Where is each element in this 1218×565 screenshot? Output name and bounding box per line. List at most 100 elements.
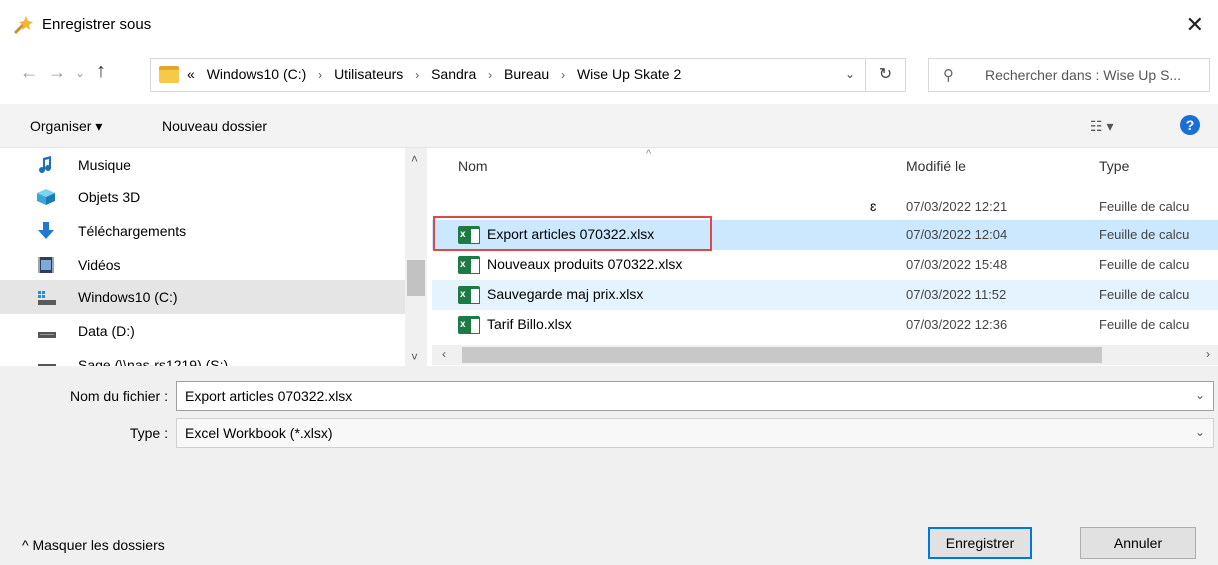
video-icon (38, 257, 54, 273)
file-modified: 07/03/2022 15:48 (906, 257, 1008, 272)
chevron-down-icon[interactable]: ⌄ (1195, 388, 1205, 402)
sidebar-item-label: Vidéos (78, 257, 121, 273)
windows-drive-icon (38, 291, 56, 305)
file-name: Export articles 070322.xlsx (487, 226, 655, 242)
column-header-modified[interactable]: Modifié le (906, 158, 966, 174)
file-modified: 07/03/2022 11:52 (906, 287, 1007, 302)
scroll-left-icon[interactable]: ‹ (442, 347, 446, 361)
scrollbar-thumb[interactable] (462, 347, 1102, 363)
filename-label: Nom du fichier : (69, 388, 168, 404)
scroll-right-icon[interactable]: › (1206, 347, 1210, 361)
breadcrumb-overflow[interactable]: « (187, 66, 195, 82)
sort-ascending-icon: ^ (646, 148, 652, 160)
file-type-select[interactable]: Excel Workbook (*.xlsx) ⌄ (176, 418, 1214, 448)
breadcrumb-separator[interactable]: › (318, 68, 322, 82)
sidebar-item-windows10-drive[interactable]: Windows10 (C:) (0, 280, 405, 314)
sidebar-item-label: Téléchargements (78, 223, 187, 239)
command-toolbar: Organiser ▾ Nouveau dossier ☷ ▾ (0, 104, 1218, 148)
organize-button[interactable]: Organiser ▾ (30, 118, 102, 135)
address-dropdown-icon[interactable]: ⌄ (845, 67, 855, 81)
save-button[interactable]: Enregistrer (928, 527, 1032, 559)
breadcrumb-item-sandra[interactable]: Sandra (431, 66, 476, 82)
network-drive-icon (38, 364, 56, 366)
download-icon (38, 222, 54, 239)
table-row[interactable]: x Tarif Billo.xlsx 07/03/2022 12:36 Feui… (432, 310, 1218, 340)
back-arrow-icon[interactable]: ← (20, 62, 38, 83)
file-list: ^ Nom Modifié le Type ɛ 07/03/2022 12:21… (432, 148, 1218, 366)
refresh-icon[interactable]: ↻ (866, 58, 906, 92)
table-row[interactable]: x Sauvegarde maj prix.xlsx 07/03/2022 11… (432, 280, 1218, 310)
new-folder-button[interactable]: Nouveau dossier (162, 118, 267, 134)
hide-folders-toggle[interactable]: ^ Masquer les dossiers (22, 537, 165, 553)
close-icon[interactable]: ✕ (1186, 12, 1204, 38)
recent-locations-chevron-icon[interactable]: ⌄ (75, 66, 85, 80)
sidebar-item-music[interactable]: Musique (0, 148, 405, 182)
excel-file-icon: x (458, 226, 480, 244)
file-name: Sauvegarde maj prix.xlsx (487, 286, 644, 302)
file-type: Feuille de calcu (1099, 199, 1190, 214)
window-title: Enregistrer sous (42, 16, 152, 33)
file-modified: 07/03/2022 12:36 (906, 317, 1008, 332)
scroll-up-icon[interactable]: ˄ (411, 152, 418, 166)
navigation-pane: Musique Objets 3D Téléchargements Vidéos… (0, 148, 430, 366)
file-type: Feuille de calcu (1099, 317, 1190, 332)
objects3d-icon (37, 189, 55, 205)
sidebar-item-3d-objects[interactable]: Objets 3D (0, 180, 405, 214)
breadcrumb-item-current[interactable]: Wise Up Skate 2 (577, 66, 681, 82)
search-placeholder: Rechercher dans : Wise Up S... (985, 67, 1182, 83)
table-row[interactable]: x Export articles 070322.xlsx 07/03/2022… (432, 220, 1218, 250)
breadcrumb-separator[interactable]: › (415, 68, 419, 82)
file-type-label: Type : (129, 425, 168, 441)
file-name: Tarif Billo.xlsx (487, 316, 572, 332)
breadcrumb-item-users[interactable]: Utilisateurs (334, 66, 403, 82)
search-input[interactable]: ⚲ Rechercher dans : Wise Up S... (928, 58, 1210, 92)
sidebar-item-videos[interactable]: Vidéos (0, 248, 405, 282)
excel-file-icon: x (458, 286, 480, 304)
file-name: ɛ (870, 198, 877, 214)
scrollbar-thumb[interactable] (407, 260, 425, 296)
file-type: Feuille de calcu (1099, 287, 1190, 302)
file-modified: 07/03/2022 12:21 (906, 199, 1008, 214)
music-icon (39, 156, 52, 174)
column-header-name[interactable]: Nom (458, 158, 488, 174)
sidebar-item-label: Sage (\\nas-rs1219) (S:) (78, 357, 229, 366)
chevron-down-icon[interactable]: ⌄ (1195, 425, 1205, 439)
title-bar: Enregistrer sous ✕ (0, 0, 1218, 52)
help-icon[interactable]: ? (1180, 115, 1200, 135)
view-options-icon[interactable]: ☷ ▾ (1090, 118, 1113, 135)
navigation-pane-scrollbar[interactable]: ˄ ˅ (405, 148, 427, 366)
file-type: Feuille de calcu (1099, 227, 1190, 242)
breadcrumb-item-desktop[interactable]: Bureau (504, 66, 549, 82)
excel-file-icon: x (458, 256, 480, 274)
table-row-partial[interactable]: ɛ 07/03/2022 12:21 Feuille de calcu (432, 192, 1218, 222)
magic-wand-icon (13, 16, 33, 35)
folder-icon (159, 66, 179, 83)
address-bar[interactable]: « Windows10 (C:) › Utilisateurs › Sandra… (150, 58, 866, 92)
breadcrumb-item-drive[interactable]: Windows10 (C:) (207, 66, 307, 82)
file-type: Feuille de calcu (1099, 257, 1190, 272)
sidebar-item-downloads[interactable]: Téléchargements (0, 214, 405, 248)
breadcrumb: « Windows10 (C:) › Utilisateurs › Sandra… (187, 66, 689, 82)
breadcrumb-separator[interactable]: › (561, 68, 565, 82)
search-icon: ⚲ (943, 67, 954, 84)
filename-field[interactable]: Export articles 070322.xlsx ⌄ (176, 381, 1214, 411)
up-arrow-icon[interactable]: ↑ (96, 60, 106, 83)
breadcrumb-separator[interactable]: › (488, 68, 492, 82)
sidebar-item-sage-network-drive[interactable]: Sage (\\nas-rs1219) (S:) (0, 348, 405, 366)
sidebar-item-label: Windows10 (C:) (78, 289, 178, 305)
file-type-value: Excel Workbook (*.xlsx) (185, 425, 333, 441)
table-row[interactable]: x Nouveaux produits 070322.xlsx 07/03/20… (432, 250, 1218, 280)
sidebar-item-label: Objets 3D (78, 189, 141, 205)
scroll-down-icon[interactable]: ˅ (411, 350, 418, 364)
file-modified: 07/03/2022 12:04 (906, 227, 1008, 242)
drive-icon (38, 332, 56, 338)
cancel-button[interactable]: Annuler (1080, 527, 1196, 559)
sidebar-item-label: Data (D:) (78, 323, 135, 339)
sidebar-item-label: Musique (78, 157, 131, 173)
filename-value: Export articles 070322.xlsx (185, 388, 353, 404)
file-list-horizontal-scrollbar[interactable]: ‹ › (432, 345, 1218, 365)
column-header-type[interactable]: Type (1099, 158, 1129, 174)
file-name: Nouveaux produits 070322.xlsx (487, 256, 683, 272)
forward-arrow-icon[interactable]: → (48, 62, 66, 83)
sidebar-item-data-drive[interactable]: Data (D:) (0, 314, 405, 348)
